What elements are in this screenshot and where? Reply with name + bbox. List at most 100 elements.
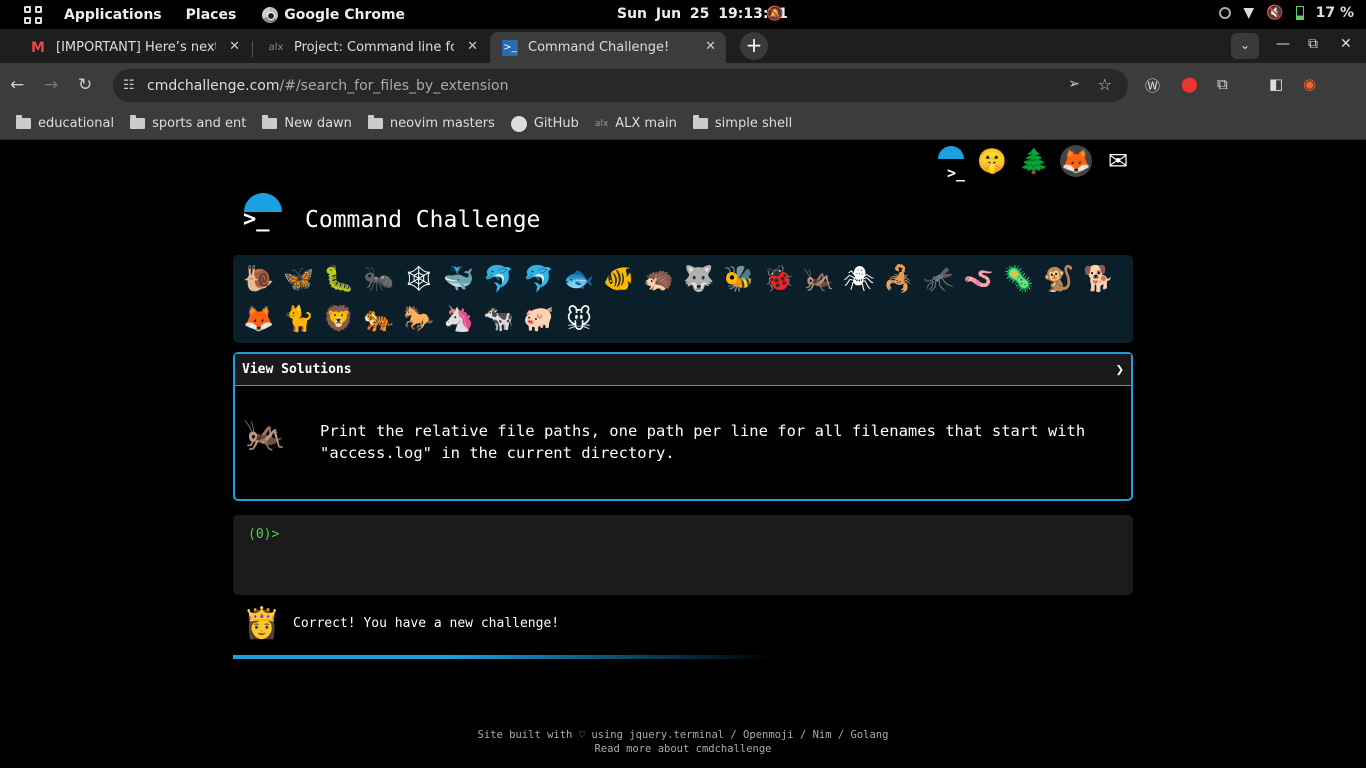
bookmark-alx-main[interactable]: alx ALX main xyxy=(595,116,677,131)
animal-challenge-icon[interactable]: 🪱 xyxy=(959,259,999,299)
animal-challenge-icon[interactable]: 🐒 xyxy=(1039,259,1079,299)
extension-red-icon[interactable]: ⬤ xyxy=(1181,75,1198,93)
url-text[interactable]: cmdchallenge.com/#/search_for_files_by_e… xyxy=(147,78,508,94)
extensions-puzzle-icon[interactable]: ⧉ xyxy=(1217,75,1228,93)
folder-icon xyxy=(367,115,383,129)
forward-icon[interactable]: → xyxy=(44,75,58,95)
send-to-device-icon[interactable]: ➢ xyxy=(1068,76,1080,92)
animal-challenge-icon[interactable]: 🦂 xyxy=(879,259,919,299)
animal-challenge-icon[interactable]: 🐖 xyxy=(519,299,559,339)
footer-credits: Site built with ♡ using jquery.terminal … xyxy=(477,729,889,741)
animal-challenge-icon[interactable]: 🦄 xyxy=(439,299,479,339)
animal-challenge-icon[interactable]: 🐬 xyxy=(519,259,559,299)
view-solutions-toggle[interactable]: View Solutions ❯ xyxy=(235,354,1131,386)
bookmark-sports-and-ent[interactable]: sports and ent xyxy=(130,115,246,131)
folder-icon xyxy=(262,115,278,129)
side-panel-icon[interactable]: ◧ xyxy=(1269,75,1283,93)
animal-challenge-icon[interactable]: 🐈 xyxy=(279,299,319,339)
animal-challenge-icon[interactable]: 🐞 xyxy=(759,259,799,299)
animal-challenge-icon[interactable]: 🐜 xyxy=(359,259,399,299)
close-icon[interactable]: ✕ xyxy=(229,39,240,54)
bookmark-github[interactable]: GitHub xyxy=(510,115,579,132)
bookmarks-bar: educational sports and ent New dawn neov… xyxy=(0,108,1366,140)
animal-challenge-icon[interactable]: 🐕 xyxy=(1079,259,1119,299)
close-icon[interactable]: ✕ xyxy=(467,39,478,54)
terminal-icon: >_ xyxy=(502,39,518,56)
chevron-right-icon: ❯ xyxy=(1115,361,1124,378)
challenge-animal-picker: 🐌 🦋 🐛 🐜 🕸 🐳 🐬 🐬 🐟 🐠 🦔 🐺 🐝 🐞 🦗 🕷 🦂 🦟 🪱 🦠 🐒 🐕 🦊 🐈 🦁 🐅 🐎 🦄 🐄 🐖 🐭 xyxy=(233,255,1133,343)
notifications-muted-icon[interactable]: 🔕 xyxy=(766,6,783,22)
animal-challenge-icon[interactable]: 🐌 xyxy=(239,259,279,299)
close-icon[interactable]: ✕ xyxy=(705,39,716,54)
animal-challenge-icon[interactable]: 🐠 xyxy=(599,259,639,299)
challenge-panel: View Solutions ❯ 🦗 Print the relative fi… xyxy=(233,352,1133,501)
tab-title: Project: Command line for th xyxy=(294,40,454,55)
back-icon[interactable]: ← xyxy=(10,75,24,95)
bookmark-new-dawn[interactable]: New dawn xyxy=(262,115,352,131)
animal-challenge-icon[interactable]: 🕸 xyxy=(399,259,439,299)
cmdchallenge-logo-icon[interactable]: >_ xyxy=(934,145,966,182)
terminal-input[interactable]: (0)> xyxy=(233,515,1133,595)
animal-challenge-icon[interactable]: 🐭 xyxy=(559,299,599,339)
folder-icon xyxy=(16,115,31,129)
page-content: >_ 🤫 🌲 🦊 ✉ >_ Command Challenge 🐌 🦋 🐛 🐜 🕸 🐳 🐬 🐬… xyxy=(0,141,1366,768)
animal-challenge-icon[interactable]: 🐛 xyxy=(319,259,359,299)
minimize-icon[interactable]: — xyxy=(1276,36,1290,52)
system-tray[interactable]: ▼ 🔇 17 % xyxy=(1219,5,1354,21)
restore-icon[interactable]: ⧉ xyxy=(1308,36,1318,52)
extension-w-icon[interactable]: Ⓦ xyxy=(1145,75,1160,96)
new-tab-button[interactable]: + xyxy=(740,32,768,60)
places-menu[interactable]: Places xyxy=(186,7,237,23)
page-title: Command Challenge xyxy=(305,207,541,233)
footer: Site built with ♡ using jquery.terminal … xyxy=(0,728,1366,756)
shushing-face-icon[interactable]: 🤫 xyxy=(976,145,1008,177)
bookmark-educational[interactable]: educational xyxy=(16,115,114,131)
animal-challenge-icon[interactable]: 🦠 xyxy=(999,259,1039,299)
bookmark-simple-shell[interactable]: simple shell xyxy=(692,115,792,131)
tree-icon[interactable]: 🌲 xyxy=(1018,145,1050,177)
animal-challenge-icon[interactable]: 🕷 xyxy=(839,259,879,299)
gitlab-icon[interactable]: 🦊 xyxy=(1060,145,1092,177)
animal-challenge-icon[interactable]: 🐝 xyxy=(719,259,759,299)
tab-command-challenge[interactable]: >_ Command Challenge! ✕ xyxy=(490,32,726,63)
wifi-icon: ▼ xyxy=(1243,5,1255,21)
animal-challenge-icon[interactable]: 🐄 xyxy=(479,299,519,339)
reload-icon[interactable]: ↻ xyxy=(78,75,92,95)
tab-search-button[interactable]: ⌄ xyxy=(1231,33,1259,59)
site-info-icon[interactable]: ☷ xyxy=(123,78,139,93)
envelope-icon[interactable]: ✉ xyxy=(1102,145,1134,177)
animal-challenge-icon[interactable]: 🦔 xyxy=(639,259,679,299)
animal-challenge-icon[interactable]: 🐅 xyxy=(359,299,399,339)
animal-challenge-icon[interactable]: 🦗 xyxy=(799,259,839,299)
princess-icon: 👸 xyxy=(243,605,281,641)
animal-challenge-icon[interactable]: 🦟 xyxy=(919,259,959,299)
animal-challenge-icon[interactable]: 🦋 xyxy=(279,259,319,299)
footer-read-more-link[interactable]: Read more about cmdchallenge xyxy=(0,742,1366,756)
tab-alx-project[interactable]: alx Project: Command line for th ✕ xyxy=(256,32,488,63)
active-app-menu[interactable]: Google Chrome xyxy=(262,6,406,23)
tab-title: Command Challenge! xyxy=(528,40,670,55)
active-app-label: Google Chrome xyxy=(284,6,406,23)
window-close-icon[interactable]: ✕ xyxy=(1340,36,1352,52)
animal-challenge-icon[interactable]: 🐺 xyxy=(679,259,719,299)
bookmark-neovim-masters[interactable]: neovim masters xyxy=(367,115,495,131)
gmail-icon: M xyxy=(31,39,45,56)
applications-menu[interactable]: Applications xyxy=(64,7,162,23)
animal-challenge-icon[interactable]: 🐬 xyxy=(479,259,519,299)
clock[interactable]: Sun Jun 25 19:13:21 xyxy=(617,6,788,22)
github-icon xyxy=(510,115,527,132)
tab-title: [IMPORTANT] Here’s next w xyxy=(56,40,216,55)
address-bar[interactable]: ☷ cmdchallenge.com/#/search_for_files_by… xyxy=(113,69,1128,102)
progress-bar xyxy=(233,655,1133,659)
folder-icon xyxy=(692,115,708,129)
tab-gmail[interactable]: M [IMPORTANT] Here’s next w ✕ xyxy=(18,32,250,63)
animal-challenge-icon[interactable]: 🦁 xyxy=(319,299,359,339)
animal-challenge-icon[interactable]: 🦊 xyxy=(239,299,279,339)
animal-challenge-icon[interactable]: 🐎 xyxy=(399,299,439,339)
animal-challenge-icon[interactable]: 🐟 xyxy=(559,259,599,299)
result-message: Correct! You have a new challenge! xyxy=(293,615,560,631)
profile-avatar[interactable]: ◉ xyxy=(1303,75,1316,93)
animal-challenge-icon[interactable]: 🐳 xyxy=(439,259,479,299)
bookmark-star-icon[interactable]: ☆ xyxy=(1098,75,1112,94)
app-grid-icon[interactable] xyxy=(24,5,42,24)
